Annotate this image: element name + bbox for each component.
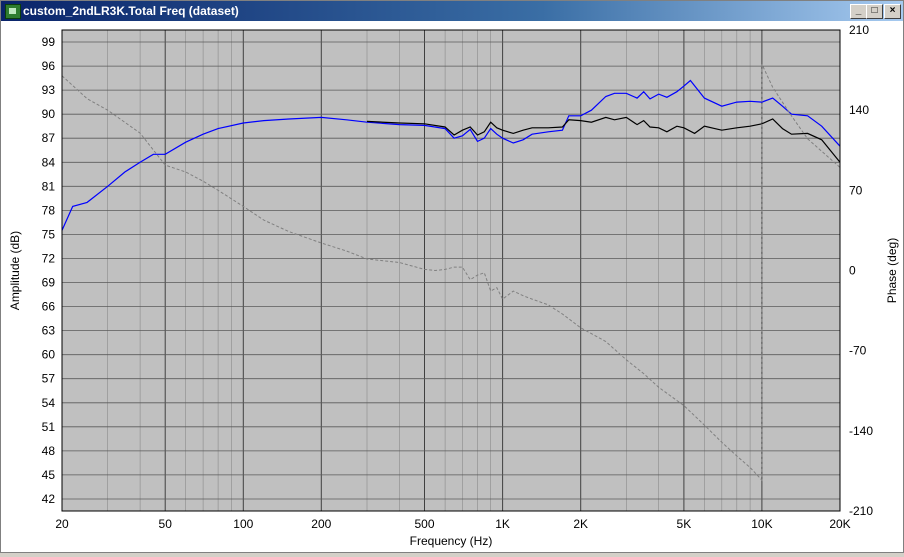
plot-background xyxy=(62,30,840,511)
y-tick-label: 54 xyxy=(42,396,56,410)
y-tick-label: 69 xyxy=(42,276,56,290)
y2-tick-label: 210 xyxy=(849,23,869,37)
y2-tick-label: 0 xyxy=(849,264,856,278)
y-tick-label: 75 xyxy=(42,227,56,241)
minimize-icon: _ xyxy=(855,5,862,16)
y2-tick-labels: 210 140 70 0 -70 -140 -210 xyxy=(849,23,873,518)
y-tick-labels: 99 96 93 90 87 84 81 78 75 72 69 66 63 60 57 54 51 48 45 42 xyxy=(42,35,56,506)
y-tick-label: 93 xyxy=(42,83,56,97)
y2-tick-label: -70 xyxy=(849,344,867,358)
y-tick-label: 63 xyxy=(42,324,56,338)
y-tick-label: 42 xyxy=(42,492,56,506)
x-tick-label: 200 xyxy=(311,517,331,531)
y-axis-label: Amplitude (dB) xyxy=(8,231,22,310)
x-tick-label: 2K xyxy=(573,517,588,531)
maximize-button[interactable]: □ xyxy=(866,4,883,19)
y-tick-label: 72 xyxy=(42,252,56,266)
y-tick-label: 78 xyxy=(42,203,56,217)
y-tick-label: 48 xyxy=(42,444,56,458)
y2-tick-label: -210 xyxy=(849,504,873,518)
y-tick-label: 87 xyxy=(42,131,56,145)
chart-window: custom_2ndLR3K.Total Freq (dataset) _ □ … xyxy=(0,0,904,553)
y2-tick-label: -140 xyxy=(849,424,873,438)
x-tick-label: 50 xyxy=(159,517,173,531)
minimize-button[interactable]: _ xyxy=(850,4,867,19)
y2-tick-label: 140 xyxy=(849,103,869,117)
x-tick-labels: 20 50 100 200 500 1K 2K 5K 10K 20K xyxy=(55,517,850,531)
y-tick-label: 45 xyxy=(42,468,56,482)
window-title: custom_2ndLR3K.Total Freq (dataset) xyxy=(23,4,239,18)
x-tick-label: 500 xyxy=(414,517,434,531)
x-axis-label: Frequency (Hz) xyxy=(410,534,493,548)
close-button[interactable]: × xyxy=(884,4,901,19)
x-tick-label: 1K xyxy=(495,517,510,531)
y-tick-label: 99 xyxy=(42,35,56,49)
frequency-response-chart: 20 50 100 200 500 1K 2K 5K 10K 20K 99 96 93 90 87 84 81… xyxy=(8,23,899,548)
y-tick-label: 60 xyxy=(42,348,56,362)
close-icon: × xyxy=(889,5,896,16)
y-tick-label: 84 xyxy=(42,155,56,169)
chart-area: 20 50 100 200 500 1K 2K 5K 10K 20K 99 96 93 90 87 84 81… xyxy=(1,21,903,552)
y2-tick-label: 70 xyxy=(849,183,863,197)
maximize-icon: □ xyxy=(871,5,878,16)
y-tick-label: 66 xyxy=(42,300,56,314)
x-tick-label: 5K xyxy=(677,517,692,531)
y-tick-label: 51 xyxy=(42,420,56,434)
x-tick-label: 20K xyxy=(829,517,850,531)
y2-axis-label: Phase (deg) xyxy=(885,238,899,303)
y-tick-label: 81 xyxy=(42,179,56,193)
y-tick-label: 90 xyxy=(42,107,56,121)
app-icon xyxy=(5,4,21,19)
title-bar[interactable]: custom_2ndLR3K.Total Freq (dataset) _ □ … xyxy=(1,1,903,21)
y-tick-label: 96 xyxy=(42,59,56,73)
x-tick-label: 10K xyxy=(751,517,772,531)
x-tick-label: 20 xyxy=(55,517,69,531)
x-tick-label: 100 xyxy=(233,517,253,531)
y-tick-label: 57 xyxy=(42,372,56,386)
